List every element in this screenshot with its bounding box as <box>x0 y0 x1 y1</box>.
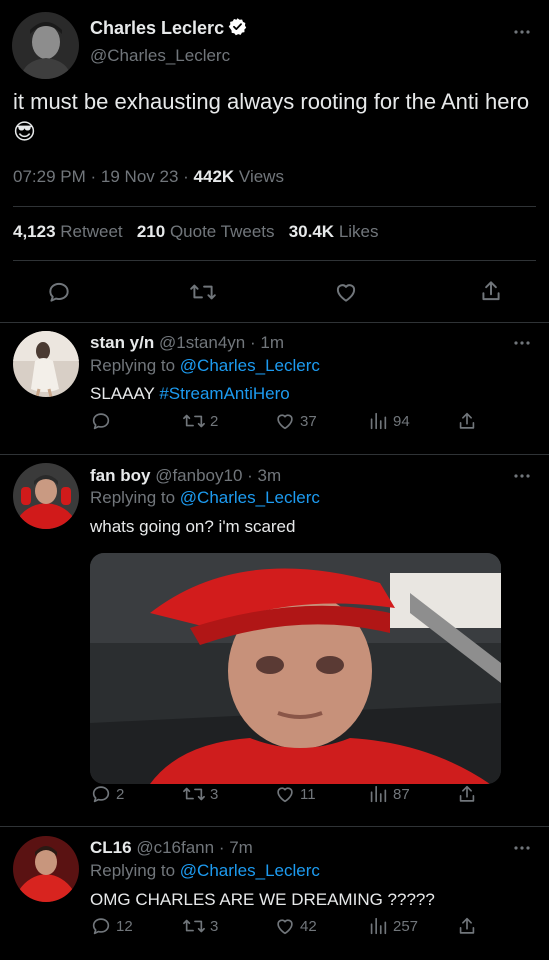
like-button[interactable]: 37 <box>274 410 317 432</box>
retweet-icon <box>183 414 205 428</box>
reply-text: whats going on? i'm scared <box>90 517 296 536</box>
divider <box>13 260 536 261</box>
author-name-row[interactable]: Charles Leclerc <box>90 17 247 41</box>
replying-to: Replying to @Charles_Leclerc <box>90 488 320 507</box>
views-label: Views <box>238 167 284 186</box>
reply-age: 7m <box>229 838 253 857</box>
views-count: 442K <box>193 167 235 186</box>
reply-icon <box>92 413 110 430</box>
reply-icon <box>49 282 69 302</box>
replying-to-link[interactable]: @Charles_Leclerc <box>180 861 320 880</box>
share-icon <box>459 785 475 802</box>
more-options-icon[interactable] <box>512 466 532 486</box>
share-icon <box>459 917 475 934</box>
replying-to: Replying to @Charles_Leclerc <box>90 356 320 375</box>
views-button[interactable]: 257 <box>367 915 418 937</box>
heart-icon <box>336 284 356 302</box>
reply-header: CL16 @c16fann · 7m <box>90 838 253 857</box>
verified-badge-icon <box>228 17 247 41</box>
retweets-stat[interactable]: 4,123 Retweet <box>13 222 123 241</box>
heart-icon <box>277 919 293 935</box>
reply-avatar[interactable] <box>13 331 79 397</box>
analytics-icon <box>370 917 387 935</box>
share-button[interactable] <box>478 278 504 304</box>
tweet-meta: 07:29 PM · 19 Nov 23 · 442K Views <box>13 167 284 186</box>
quotes-stat[interactable]: 210 Quote Tweets <box>137 222 275 241</box>
views-button[interactable]: 87 <box>367 783 410 805</box>
retweet-button[interactable]: 3 <box>182 915 218 937</box>
like-button[interactable]: 42 <box>274 915 317 937</box>
reply-age: 3m <box>257 466 282 485</box>
reply-header: fan boy @fanboy10 · 3m <box>90 466 282 485</box>
reply-age: 1m <box>260 333 285 352</box>
share-button[interactable] <box>456 783 478 805</box>
like-button[interactable]: 11 <box>274 783 316 805</box>
author-avatar[interactable] <box>12 12 79 79</box>
share-button[interactable] <box>456 915 478 937</box>
engagement-stats: 4,123 Retweet 210 Quote Tweets 30.4K Lik… <box>13 222 379 242</box>
analytics-icon <box>370 412 387 430</box>
reply-button[interactable] <box>46 279 72 305</box>
tweet-text: it must be exhausting always rooting for… <box>13 89 530 144</box>
reply-text: SLAAAY #StreamAntiHero <box>90 384 290 403</box>
reply-button[interactable] <box>90 410 116 432</box>
replying-to: Replying to @Charles_Leclerc <box>90 861 320 880</box>
reply-author-handle[interactable]: @c16fann <box>136 838 214 857</box>
reply-author-name[interactable]: CL16 <box>90 838 132 857</box>
reply-author-name[interactable]: stan y/n <box>90 333 154 352</box>
views-button[interactable]: 94 <box>367 410 410 432</box>
more-options-icon[interactable] <box>512 838 532 858</box>
author-name[interactable]: Charles Leclerc <box>90 18 224 38</box>
reply-author-handle[interactable]: @1stan4yn <box>159 333 245 352</box>
divider <box>0 454 549 455</box>
divider <box>13 206 536 207</box>
retweet-icon <box>190 284 216 300</box>
heart-icon <box>277 414 293 430</box>
reply-author-handle[interactable]: @fanboy10 <box>155 466 242 485</box>
share-button[interactable] <box>456 410 478 432</box>
more-options-icon[interactable] <box>512 22 532 42</box>
reply-icon <box>92 786 110 803</box>
likes-stat[interactable]: 30.4K Likes <box>289 222 379 241</box>
tweet-date: 19 Nov 23 <box>100 167 179 186</box>
reply-button[interactable]: 2 <box>90 783 124 805</box>
analytics-icon <box>370 785 387 803</box>
heart-icon <box>277 787 293 803</box>
retweet-icon <box>183 919 205 933</box>
share-icon <box>482 281 500 301</box>
retweet-button[interactable]: 3 <box>182 783 218 805</box>
replying-to-link[interactable]: @Charles_Leclerc <box>180 356 320 375</box>
retweet-button[interactable]: 2 <box>182 410 218 432</box>
retweet-button[interactable] <box>189 279 217 305</box>
reply-avatar[interactable] <box>13 463 79 529</box>
more-options-icon[interactable] <box>512 333 532 353</box>
replying-to-link[interactable]: @Charles_Leclerc <box>180 488 320 507</box>
hashtag-link[interactable]: #StreamAntiHero <box>159 384 289 403</box>
reply-author-name[interactable]: fan boy <box>90 466 150 485</box>
share-icon <box>459 412 475 429</box>
author-handle[interactable]: @Charles_Leclerc <box>90 46 230 66</box>
reply-header: stan y/n @1stan4yn · 1m <box>90 333 285 352</box>
reply-icon <box>92 918 110 935</box>
reply-button[interactable]: 12 <box>90 915 133 937</box>
reply-avatar[interactable] <box>13 836 79 902</box>
divider <box>0 826 549 827</box>
tweet-time: 07:29 PM <box>13 167 86 186</box>
retweet-icon <box>183 787 205 801</box>
divider <box>0 322 549 323</box>
attached-photo[interactable] <box>90 553 501 784</box>
reply-text: OMG CHARLES ARE WE DREAMING ????? <box>90 890 435 909</box>
like-button[interactable] <box>333 279 359 305</box>
